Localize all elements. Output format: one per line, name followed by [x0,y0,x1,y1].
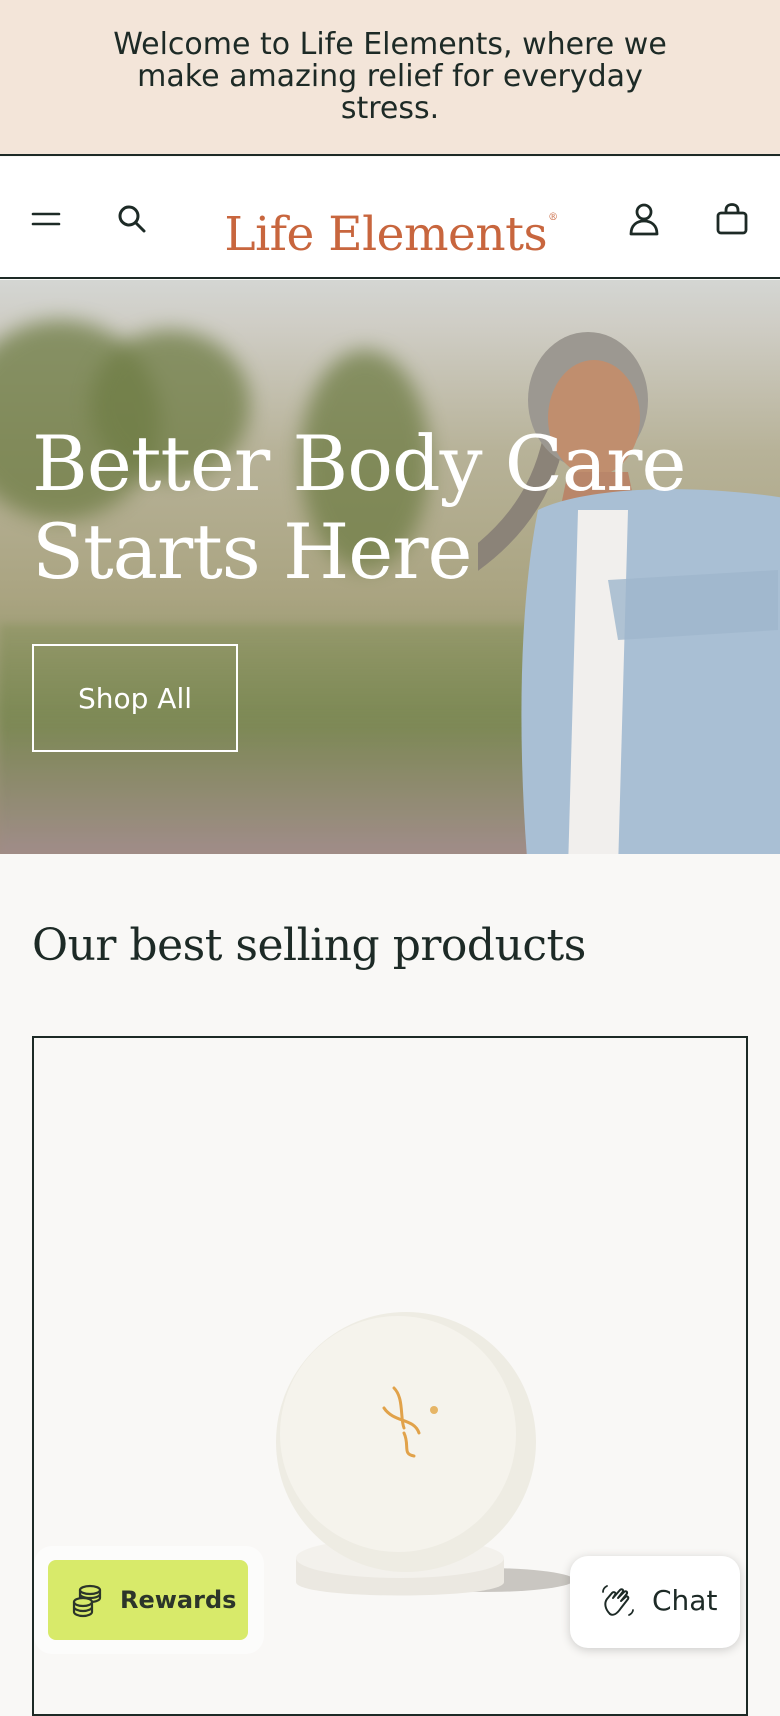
account-button[interactable] [618,193,670,245]
waving-hand-icon [602,1585,634,1616]
search-button[interactable] [106,193,158,245]
registered-mark: ® [548,212,558,223]
shop-all-button[interactable]: Shop All [32,644,238,752]
rewards-widget: Rewards [34,1546,264,1654]
logo[interactable]: Life Elements® [206,187,576,262]
announcement-bar: Welcome to Life Elements, where we make … [0,0,780,156]
cart-button[interactable] [706,193,758,245]
hero-banner: Better Body Care Starts Here Shop All [0,280,780,854]
account-icon [629,203,659,236]
chat-button[interactable]: Chat [570,1556,740,1648]
cart-icon [716,203,748,235]
coins-icon [72,1584,102,1618]
best-sellers-title: Our best selling products [32,920,586,971]
rewards-button[interactable]: Rewards [48,1560,248,1640]
product-image [276,1312,574,1596]
announcement-text: Welcome to Life Elements, where we make … [113,27,667,126]
search-icon [118,205,146,233]
hero-title: Better Body Care Starts Here [32,419,687,596]
menu-button[interactable] [20,193,72,245]
chat-label: Chat [652,1584,718,1617]
site-header: Life Elements® [0,157,780,279]
rewards-label: Rewards [120,1586,237,1614]
menu-icon [31,212,61,226]
logo-text: Life Elements [224,207,548,262]
